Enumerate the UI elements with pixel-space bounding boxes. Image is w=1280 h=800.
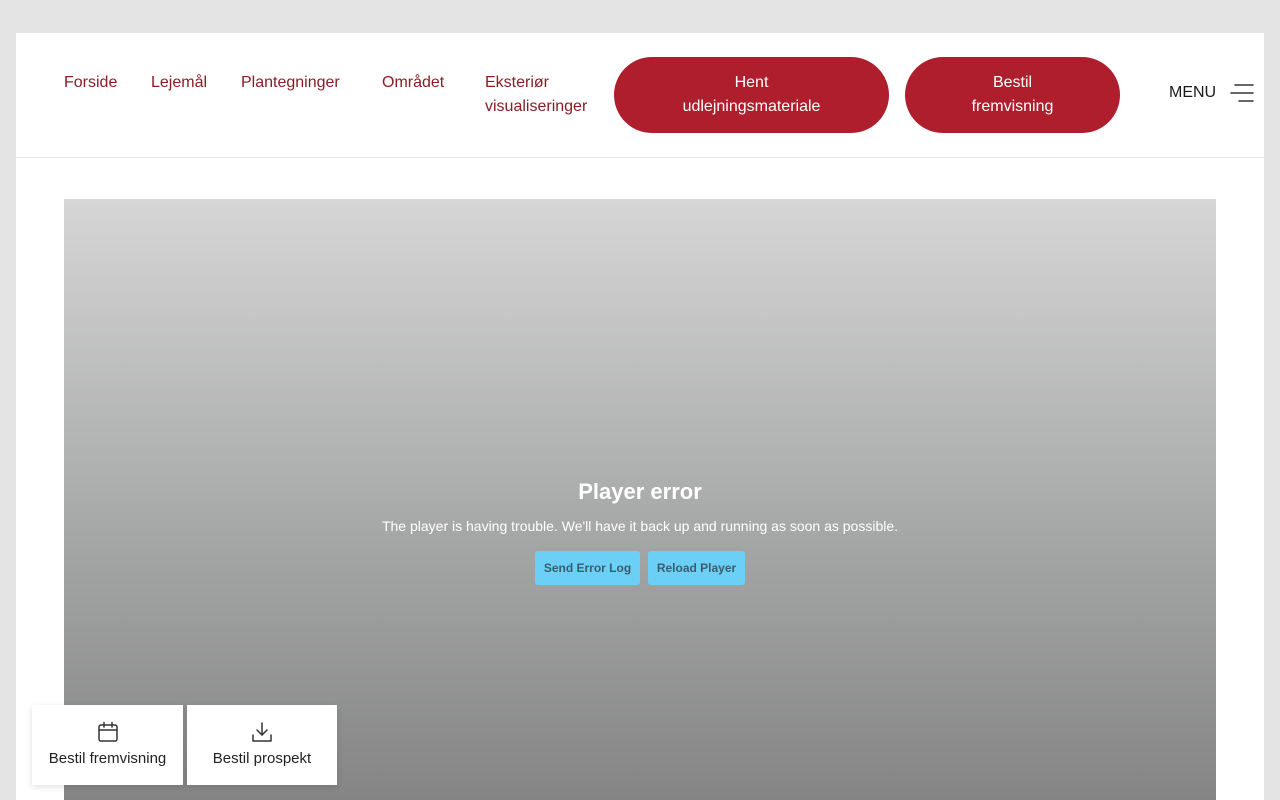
nav-link-eksterior-visualiseringer[interactable]: Eksteriør visualiseringer <box>485 71 587 119</box>
page-container: Forside Lejemål Plantegninger Området Ek… <box>16 33 1264 800</box>
download-icon <box>252 722 272 742</box>
nav-link-omradet[interactable]: Området <box>382 71 444 95</box>
player-error-message: The player is having trouble. We'll have… <box>381 518 899 534</box>
book-viewing-line2: fremvisning <box>971 98 1054 115</box>
reload-player-button[interactable]: Reload Player <box>648 551 745 585</box>
get-rental-material-line2: udlejningsmateriale <box>682 98 821 115</box>
player-error-title: Player error <box>578 479 702 504</box>
menu-toggle[interactable]: MENU <box>1169 81 1254 105</box>
menu-label: MENU <box>1169 84 1217 101</box>
nav-link-forside[interactable]: Forside <box>64 71 117 95</box>
nav-link-eksterior-line1: Eksteriør <box>485 74 549 91</box>
site-header: Forside Lejemål Plantegninger Området Ek… <box>16 33 1264 158</box>
order-prospectus-floating-button[interactable]: Bestil prospekt <box>187 705 337 785</box>
get-rental-material-button[interactable]: Hent udlejningsmateriale <box>614 57 889 133</box>
book-viewing-floating-label: Bestil fremvisning <box>48 750 167 767</box>
hamburger-icon <box>1230 84 1254 102</box>
book-viewing-line1: Bestil <box>992 74 1033 91</box>
nav-link-plantegninger[interactable]: Plantegninger <box>241 71 340 95</box>
calendar-icon <box>97 721 118 742</box>
nav-link-eksterior-line2: visualiseringer <box>485 98 588 115</box>
send-error-log-button[interactable]: Send Error Log <box>535 551 640 585</box>
order-prospectus-floating-label: Bestil prospekt <box>212 750 312 767</box>
nav-link-lejemal[interactable]: Lejemål <box>151 71 207 95</box>
get-rental-material-line1: Hent <box>734 74 769 91</box>
book-viewing-button[interactable]: Bestil fremvisning <box>905 57 1120 133</box>
book-viewing-floating-button[interactable]: Bestil fremvisning <box>32 705 183 785</box>
